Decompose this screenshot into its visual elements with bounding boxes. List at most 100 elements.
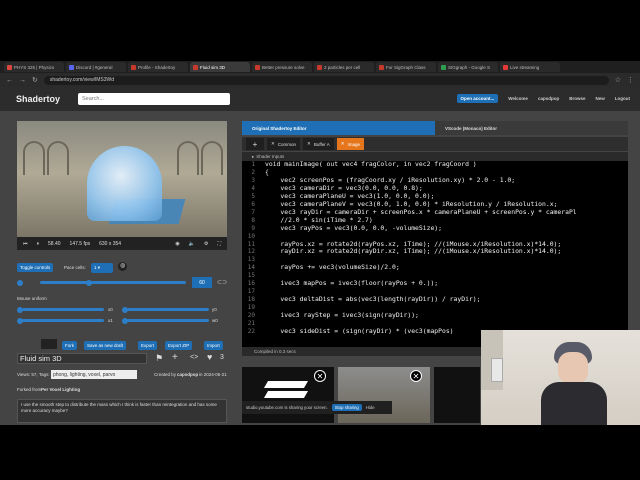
shader-inputs-toggle[interactable]: ▸ Shader Inputs (242, 152, 628, 161)
link-icon[interactable]: ⊂⊃ (217, 279, 227, 286)
forward-icon[interactable]: → (19, 77, 26, 84)
toggle-controls-button[interactable]: Toggle controls (17, 263, 54, 272)
import-button[interactable]: Import (204, 341, 223, 350)
stop-sharing-button[interactable]: Stop sharing (331, 404, 362, 411)
save-draft-button[interactable]: Save as new draft (84, 341, 127, 350)
rewind-icon[interactable]: ⏮ (23, 241, 28, 247)
code-line[interactable]: rayPos += vec3(volumeSize)/2.0; (265, 263, 577, 272)
author-link[interactable]: capsdpop (177, 372, 198, 377)
tab-original-editor[interactable]: Original Shadertoy Editor (242, 121, 435, 135)
hide-button[interactable]: Hide (366, 405, 375, 410)
flag-icon[interactable]: ⚑ (155, 353, 163, 364)
site-logo[interactable]: Shadertoy (16, 94, 60, 104)
browser-tab[interactable]: 2 particles per cell (314, 62, 374, 72)
star-icon[interactable]: ☆ (615, 76, 621, 84)
browser-tab[interactable]: SIGgraph - Google S (438, 62, 498, 72)
reload-icon[interactable]: ↻ (32, 76, 38, 84)
code-line[interactable]: vec3 deltaDist = abs(vec3(length(rayDir)… (265, 295, 577, 304)
close-icon[interactable]: ✕ (307, 141, 311, 147)
settings-icon[interactable]: ⚙ (204, 241, 208, 247)
browse-link[interactable]: Browse (569, 96, 585, 101)
heart-icon[interactable]: ♥ (207, 352, 212, 362)
code-line[interactable]: void mainImage( out vec4 fragColor, in v… (265, 161, 577, 169)
browser-tab[interactable]: PHYS 325 | Physics (4, 62, 64, 72)
webcam-overlay (481, 330, 640, 425)
mouse-slider-w0[interactable] (127, 319, 209, 322)
mouse-slider-y0[interactable] (127, 308, 209, 311)
shader-inputs-label: Shader Inputs (256, 154, 285, 159)
black-thumbnail[interactable] (434, 367, 480, 423)
browser-tab[interactable]: Discord | #general (66, 62, 126, 72)
pace-cells-select[interactable]: 1 ▾ (91, 263, 113, 273)
tab-common[interactable]: ✕ Common (267, 138, 301, 150)
likes-count: 3 (220, 354, 224, 361)
browser-tab[interactable]: Better pressure solve (252, 62, 312, 72)
browser-tab[interactable]: Live streaming (500, 62, 560, 72)
address-bar: ← → ↻ shadertoy.com/view/lMS3Wd ☆ ⋮ (0, 73, 640, 87)
new-link[interactable]: New (595, 96, 604, 101)
browser-tab-label: Profile - Shadertoy (138, 64, 176, 70)
code-line[interactable]: vec3 rayPos = vec3(0.0, 0.0, -volumeSize… (265, 224, 577, 233)
arch-decor (47, 141, 69, 175)
gallery-thumbnail[interactable]: ✕ (338, 367, 430, 423)
record-icon[interactable]: ◉ (175, 241, 179, 247)
line-number: 22 (247, 328, 255, 336)
code-line[interactable]: ivec3 rayStep = ivec3(sign(rayDir)); (265, 311, 577, 320)
fullscreen-icon[interactable]: ⛶ (217, 241, 221, 247)
close-icon[interactable]: ✕ (314, 370, 326, 382)
pause-icon[interactable]: ⏸ (37, 241, 40, 247)
tags-field[interactable]: phong, lighting, voxel, parvo (51, 370, 137, 379)
mouse-slider-x1[interactable] (22, 319, 104, 322)
plus-icon[interactable]: + (172, 352, 178, 363)
volume-icon[interactable]: 🔈 (189, 241, 195, 247)
username-link[interactable]: capsdpop (538, 96, 559, 101)
mouse-slider-x0[interactable] (22, 308, 104, 311)
thumbnail-icon[interactable] (41, 339, 57, 349)
open-account-button[interactable]: Open account... (456, 94, 499, 103)
menu-icon[interactable]: ⋮ (627, 76, 634, 84)
url-field[interactable]: shadertoy.com/view/lMS3Wd (43, 75, 609, 85)
description-field[interactable]: I use the smooth step to distribute the … (17, 399, 227, 423)
tab-buffer-a[interactable]: ✕ Buffer A (303, 138, 334, 150)
forked-from-label: Forked from (17, 387, 42, 392)
back-icon[interactable]: ← (6, 77, 13, 84)
slider-knob[interactable] (17, 280, 23, 286)
code-line[interactable]: ivec3 mapPos = ivec3(floor(rayPos + 0.))… (265, 279, 577, 288)
resolution-readout: 630 x 354 (99, 240, 122, 247)
add-buffer-icon[interactable]: + (246, 138, 264, 150)
arch-decor (177, 141, 199, 175)
shader-viewport[interactable] (17, 121, 227, 237)
palette-icon[interactable]: ◍ (118, 262, 127, 271)
favicon-icon (193, 64, 198, 70)
slider-value-field[interactable]: 60 (192, 277, 212, 288)
close-icon[interactable]: ✕ (271, 141, 275, 147)
main-slider[interactable] (40, 281, 186, 284)
export-zip-button[interactable]: Export ZIP (165, 341, 193, 350)
export-button[interactable]: Export (138, 341, 158, 350)
close-icon[interactable]: ✕ (341, 141, 345, 147)
forked-from-link[interactable]: Per Voxel Lighting (41, 387, 80, 392)
logout-link[interactable]: Logout (615, 96, 630, 101)
browser-tab-label: Fluid sim 3D (200, 64, 226, 70)
slider-knob[interactable] (86, 280, 92, 286)
slider-label: w0 (212, 318, 218, 323)
line-number: 1 (251, 161, 255, 168)
browser-tab-label: SIGgraph - Google S (448, 64, 491, 70)
shader-title-field[interactable]: Fluid sim 3D (17, 353, 147, 364)
code-line[interactable]: rayDir.xz = rotate2d(rayDir.xz, iTime); … (265, 248, 577, 256)
code-icon[interactable]: <> (190, 354, 198, 361)
stack-thumbnail[interactable]: ✕ (242, 367, 334, 423)
browser-tab[interactable]: Fluid sim 3D (190, 62, 250, 72)
site-header: Shadertoy Search... Open account... Welc… (0, 87, 640, 111)
line-number: 9 (251, 224, 255, 232)
close-icon[interactable]: ✕ (410, 370, 422, 382)
fork-button[interactable]: Fork (62, 341, 77, 350)
browser-tab[interactable]: For SigGraph Class (376, 62, 436, 72)
code-text[interactable]: void mainImage( out vec4 fragColor, in v… (265, 161, 577, 336)
code-editor[interactable]: 1 2 3 4 5 6 7 8 9 10 11 12 13 14 15 16 17 18 19 20 21 22 void… (242, 161, 628, 347)
tab-image[interactable]: ✕ Image (336, 138, 365, 150)
search-input[interactable]: Search... (78, 93, 231, 105)
line-number: 20 (247, 312, 255, 320)
tab-vscode-editor[interactable]: VScode (Monaco) Editor (435, 121, 628, 135)
browser-tab[interactable]: Profile - Shadertoy (128, 62, 188, 72)
